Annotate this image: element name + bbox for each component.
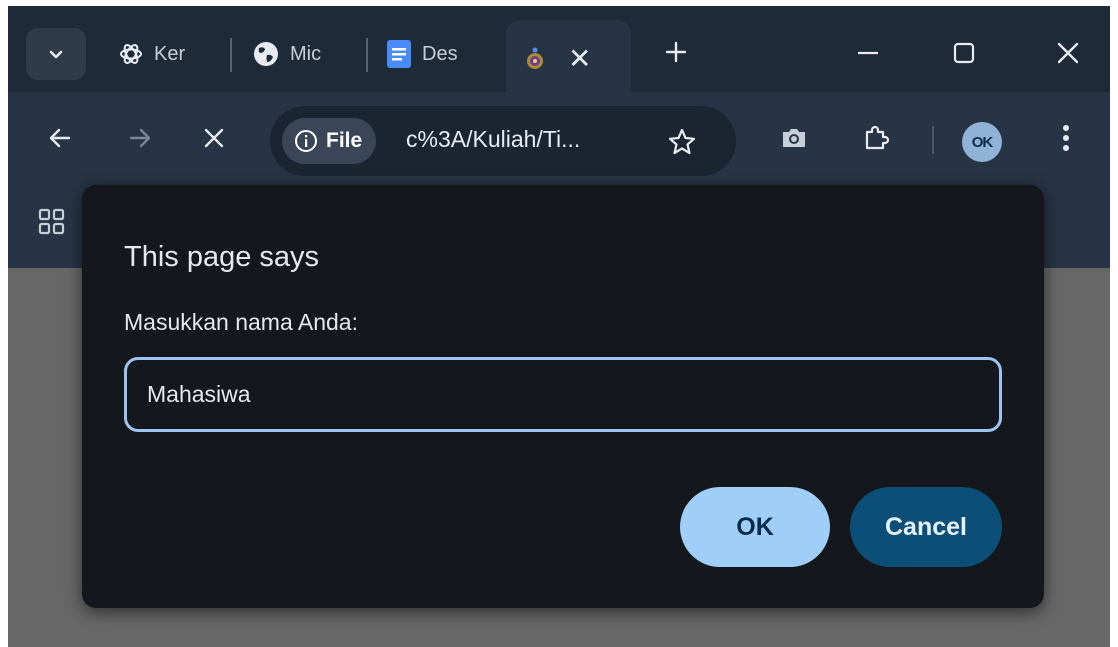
tab-search-button[interactable] bbox=[26, 28, 86, 80]
close-icon bbox=[1057, 42, 1079, 64]
minimize-icon bbox=[858, 51, 878, 55]
tab-separator bbox=[366, 38, 368, 72]
tab-close-icon[interactable]: ✕ bbox=[568, 45, 591, 73]
back-button[interactable] bbox=[38, 116, 82, 160]
openai-icon bbox=[120, 44, 142, 64]
puzzle-icon bbox=[865, 125, 890, 150]
dialog-title: This page says bbox=[124, 241, 320, 273]
profile-avatar[interactable]: OK bbox=[962, 122, 1002, 162]
site-favicon-icon bbox=[527, 47, 543, 69]
url-text[interactable]: c%3A/Kuliah/Ti... bbox=[406, 126, 580, 153]
arrow-left-icon bbox=[49, 128, 71, 148]
toolbar-divider bbox=[932, 126, 934, 154]
star-icon bbox=[668, 128, 696, 155]
tab-3[interactable]: Des bbox=[374, 28, 506, 80]
globe-icon bbox=[254, 42, 278, 66]
info-icon bbox=[295, 130, 317, 152]
tab-separator bbox=[230, 38, 232, 72]
stop-loading-button[interactable] bbox=[192, 116, 236, 160]
tab-1-label: Ker bbox=[154, 42, 186, 65]
tab-2[interactable]: Mic bbox=[240, 28, 372, 80]
tab-strip: Ker Mic Des ✕ bbox=[8, 6, 1110, 98]
site-info-label: File bbox=[326, 129, 363, 152]
tab-1[interactable]: Ker bbox=[106, 28, 236, 80]
forward-button[interactable] bbox=[118, 116, 162, 160]
ok-button[interactable]: OK bbox=[680, 487, 830, 567]
close-icon bbox=[204, 128, 224, 148]
screenshot-button[interactable] bbox=[772, 116, 816, 160]
toolbar: File c%3A/Kuliah/Ti... OK bbox=[8, 92, 1110, 184]
maximize-button[interactable] bbox=[934, 28, 994, 78]
docs-icon bbox=[387, 40, 411, 68]
address-bar[interactable]: File c%3A/Kuliah/Ti... bbox=[270, 106, 736, 176]
close-window-button[interactable] bbox=[1038, 28, 1098, 78]
camera-icon bbox=[783, 129, 805, 147]
tab-active[interactable]: ✕ bbox=[506, 20, 631, 98]
dialog-message: Masukkan nama Anda: bbox=[124, 309, 358, 335]
extensions-button[interactable] bbox=[854, 116, 898, 160]
dialog-input[interactable] bbox=[124, 357, 1002, 432]
arrow-right-icon bbox=[129, 128, 151, 148]
apps-grid-icon bbox=[38, 208, 65, 235]
chevron-down-icon bbox=[49, 50, 63, 59]
site-info-chip[interactable]: File bbox=[282, 118, 377, 164]
cancel-button[interactable]: Cancel bbox=[850, 487, 1002, 567]
plus-icon bbox=[665, 41, 687, 63]
tab-2-label: Mic bbox=[290, 42, 322, 65]
tab-3-label: Des bbox=[422, 42, 458, 65]
more-vert-icon bbox=[1063, 125, 1069, 151]
new-tab-button[interactable] bbox=[654, 30, 698, 74]
apps-button[interactable] bbox=[38, 208, 66, 241]
bookmark-star-button[interactable] bbox=[662, 122, 702, 162]
menu-button[interactable] bbox=[1044, 116, 1088, 160]
minimize-button[interactable] bbox=[838, 28, 898, 78]
prompt-dialog: This page says Masukkan nama Anda: OK Ca… bbox=[82, 185, 1044, 608]
maximize-icon bbox=[953, 42, 975, 64]
